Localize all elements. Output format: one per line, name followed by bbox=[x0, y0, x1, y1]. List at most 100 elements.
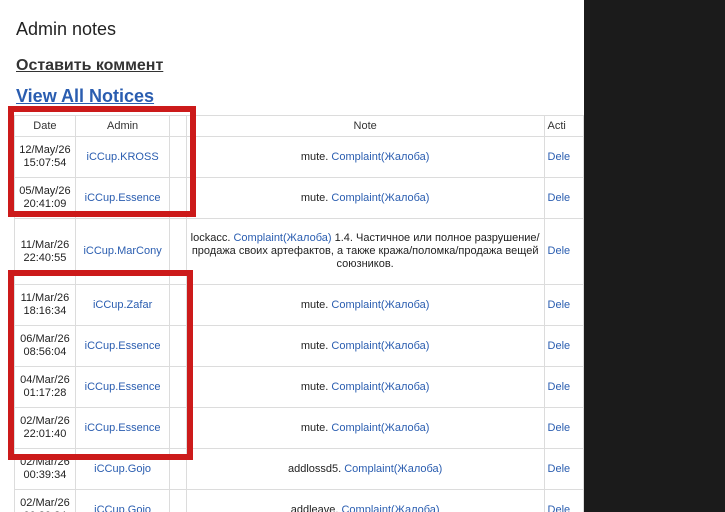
delete-link[interactable]: Dele bbox=[548, 504, 571, 512]
spacer-cell bbox=[169, 284, 187, 326]
complaint-link[interactable]: Complaint(Жалоба) bbox=[331, 192, 429, 204]
date-cell: 05/May/26 20:41:09 bbox=[14, 177, 76, 219]
table-row: 06/Mar/26 08:56:04 iCCup.Essence mute. Comp… bbox=[14, 325, 584, 367]
table-row: 11/Mar/26 22:40:55 iCCup.MarCony lockacc. C… bbox=[14, 218, 584, 285]
date-cell: 04/Mar/26 01:17:28 bbox=[14, 366, 76, 408]
complaint-link[interactable]: Complaint(Жалоба) bbox=[331, 340, 429, 352]
table-header-row: Date Admin Note Acti bbox=[14, 115, 584, 137]
admin-link[interactable]: iCCup.Essence bbox=[85, 381, 161, 393]
note-cell: addleave. Complaint(Жалоба) bbox=[185, 489, 545, 512]
note-action: lockacc. bbox=[190, 232, 234, 244]
date-day: 06/Mar/26 bbox=[20, 333, 70, 345]
admin-link[interactable]: iCCup.KROSS bbox=[87, 151, 159, 163]
header-date: Date bbox=[14, 115, 76, 137]
date-cell: 11/Mar/26 18:16:34 bbox=[14, 284, 76, 326]
action-cell: Dele bbox=[543, 489, 584, 512]
complaint-link[interactable]: Complaint(Жалоба) bbox=[344, 463, 442, 475]
admin-cell: iCCup.Zafar bbox=[74, 284, 171, 326]
delete-link[interactable]: Dele bbox=[548, 463, 571, 475]
complaint-link[interactable]: Complaint(Жалоба) bbox=[331, 422, 429, 434]
header-admin: Admin bbox=[74, 115, 171, 137]
date-time: 01:17:28 bbox=[23, 387, 67, 399]
note-cell: addlossd5. Complaint(Жалоба) bbox=[185, 448, 545, 490]
complaint-link[interactable]: Complaint(Жалоба) bbox=[331, 381, 429, 393]
table-row: 02/Mar/26 00:39:34 iCCup.Gojo addlossd5. Co… bbox=[14, 448, 584, 490]
note-action: mute. bbox=[300, 380, 332, 393]
date-time: 08:56:04 bbox=[23, 346, 67, 358]
delete-link[interactable]: Dele bbox=[548, 245, 571, 257]
admin-link[interactable]: iCCup.Gojo bbox=[94, 504, 151, 512]
admin-link[interactable]: iCCup.Zafar bbox=[93, 299, 152, 311]
admin-cell: iCCup.Essence bbox=[74, 325, 171, 367]
note-cell: mute. Complaint(Жалоба) bbox=[185, 325, 545, 367]
date-time: 00:39:34 bbox=[23, 469, 67, 481]
admin-link[interactable]: iCCup.Essence bbox=[85, 422, 161, 434]
note-cell: mute. Complaint(Жалоба) bbox=[185, 407, 545, 449]
date-day: 02/Mar/26 bbox=[20, 415, 70, 427]
date-cell: 02/Mar/26 00:39:34 bbox=[14, 448, 76, 490]
action-cell: Dele bbox=[543, 325, 584, 367]
note-action: mute. bbox=[300, 298, 332, 311]
note-cell: mute. Complaint(Жалоба) bbox=[185, 284, 545, 326]
note-action: mute. bbox=[300, 421, 332, 434]
table-row: 05/May/26 20:41:09 iCCup.Essence mute. Comp… bbox=[14, 177, 584, 219]
header-action: Acti bbox=[543, 115, 584, 137]
date-time: 20:41:09 bbox=[23, 198, 67, 210]
complaint-link[interactable]: Complaint(Жалоба) bbox=[341, 504, 439, 512]
admin-link[interactable]: iCCup.Essence bbox=[85, 192, 161, 204]
date-cell: 06/Mar/26 08:56:04 bbox=[14, 325, 76, 367]
action-cell: Dele bbox=[543, 218, 584, 285]
admin-link[interactable]: iCCup.MarCony bbox=[83, 245, 161, 257]
admin-link[interactable]: iCCup.Gojo bbox=[94, 463, 151, 475]
admin-cell: iCCup.KROSS bbox=[74, 136, 171, 178]
delete-link[interactable]: Dele bbox=[548, 299, 571, 311]
date-time: 18:16:34 bbox=[23, 305, 67, 317]
date-cell: 02/Mar/2600:30:24 bbox=[14, 489, 76, 512]
table-row: 02/Mar/2600:30:24 iCCup.Gojo addleave. Com… bbox=[14, 489, 584, 512]
admin-link[interactable]: iCCup.Essence bbox=[85, 340, 161, 352]
table-row: 04/Mar/26 01:17:28 iCCup.Essence mute. Comp… bbox=[14, 366, 584, 408]
delete-link[interactable]: Dele bbox=[548, 340, 571, 352]
delete-link[interactable]: Dele bbox=[548, 151, 571, 163]
date-time: 22:01:40 bbox=[23, 428, 67, 440]
note-action: mute. bbox=[300, 339, 332, 352]
complaint-link[interactable]: Complaint(Жалоба) bbox=[233, 232, 331, 244]
date-day: 02/Mar/26 bbox=[20, 456, 70, 468]
admin-cell: iCCup.MarCony bbox=[74, 218, 171, 285]
spacer-cell bbox=[169, 448, 187, 490]
admin-cell: iCCup.Essence bbox=[74, 177, 171, 219]
note-cell: lockacc. Complaint(Жалоба) 1.4. Частично… bbox=[185, 218, 545, 285]
action-cell: Dele bbox=[543, 136, 584, 178]
date-day: 05/May/26 bbox=[19, 185, 71, 197]
spacer-cell bbox=[169, 136, 187, 178]
date-day: 02/Mar/26 bbox=[20, 497, 70, 509]
complaint-link[interactable]: Complaint(Жалоба) bbox=[331, 299, 429, 311]
table-row: 12/May/26 15:07:54 iCCup.KROSS mute. Compla… bbox=[14, 136, 584, 178]
spacer-cell bbox=[169, 218, 187, 285]
admin-cell: iCCup.Essence bbox=[74, 407, 171, 449]
table-row: 02/Mar/26 22:01:40 iCCup.Essence mute. Comp… bbox=[14, 407, 584, 449]
admin-notes-panel: Admin notes Оставить коммент View All No… bbox=[0, 0, 584, 512]
leave-comment-link[interactable]: Оставить коммент bbox=[16, 57, 163, 75]
view-all-notices-link[interactable]: View All Notices bbox=[16, 86, 154, 107]
spacer-cell bbox=[169, 325, 187, 367]
note-cell: mute. Complaint(Жалоба) bbox=[185, 136, 545, 178]
date-cell: 12/May/26 15:07:54 bbox=[14, 136, 76, 178]
note-action: mute. bbox=[300, 150, 332, 163]
note-cell: mute. Complaint(Жалоба) bbox=[185, 177, 545, 219]
note-action: addleave. bbox=[290, 503, 342, 512]
delete-link[interactable]: Dele bbox=[548, 422, 571, 434]
action-cell: Dele bbox=[543, 448, 584, 490]
complaint-link[interactable]: Complaint(Жалоба) bbox=[331, 151, 429, 163]
date-day: 04/Mar/26 bbox=[20, 374, 70, 386]
action-cell: Dele bbox=[543, 407, 584, 449]
delete-link[interactable]: Dele bbox=[548, 192, 571, 204]
spacer-cell bbox=[169, 177, 187, 219]
date-day: 11/Mar/26 bbox=[20, 238, 70, 251]
table-row: 11/Mar/26 18:16:34 iCCup.Zafar mute. Compla… bbox=[14, 284, 584, 326]
spacer-cell bbox=[169, 407, 187, 449]
admin-cell: iCCup.Gojo bbox=[74, 489, 171, 512]
admin-cell: iCCup.Essence bbox=[74, 366, 171, 408]
delete-link[interactable]: Dele bbox=[548, 381, 571, 393]
admin-cell: iCCup.Gojo bbox=[74, 448, 171, 490]
